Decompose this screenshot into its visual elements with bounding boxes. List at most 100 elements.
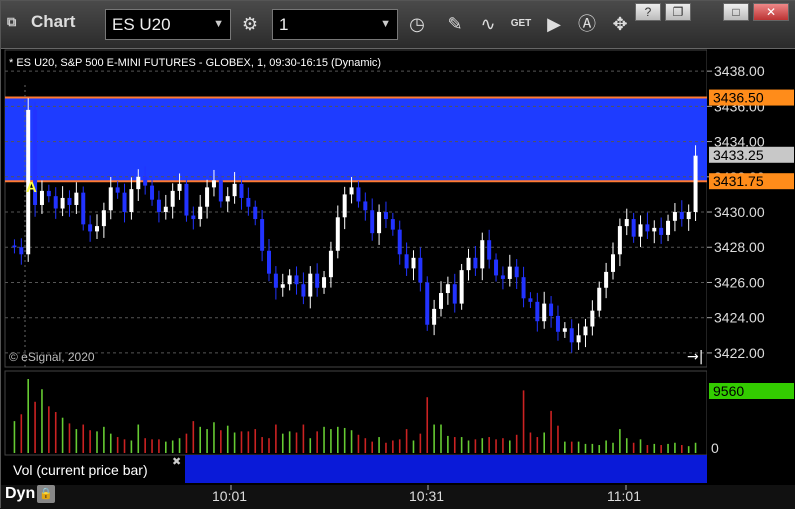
candle-body [672,212,677,221]
candle-body [542,303,547,322]
candle-body [108,187,113,211]
price-band [5,97,707,182]
candle-body [521,277,526,299]
lock-icon[interactable]: 🔒 [37,485,56,503]
candle-body [638,224,643,237]
candle-body [397,229,402,255]
candle-body [53,196,58,209]
marker-label: A [26,179,37,196]
candle-body [555,315,560,332]
candle-body [604,271,609,288]
y-tick-label: 3428.00 [714,239,765,255]
time-axis [1,485,795,509]
candle-body [617,226,622,255]
candle-body [129,189,134,213]
candle-body [686,212,691,220]
candle-body [315,273,320,288]
candle-body [452,284,457,304]
candle-body [377,212,382,234]
candle-body [122,192,127,213]
y-tick-label: 3422.00 [714,345,765,361]
candle-body [74,192,79,205]
candle-body [273,273,278,288]
candle-body [115,187,120,193]
candle-body [466,257,471,271]
candle-body [294,275,299,285]
candle-body [177,183,182,191]
volume-label-strip [185,455,707,483]
x-tick-label: 11:01 [607,488,641,504]
y-tick-label: 3426.00 [714,274,765,290]
candle-body [246,197,251,207]
candle-body [260,219,265,251]
candle-body [184,183,189,216]
candle-body [19,247,24,255]
candle-body [473,257,478,269]
candle-body [328,250,333,278]
candle-body [494,259,499,276]
scroll-end-icon[interactable]: →| [687,349,703,365]
candle-body [308,273,313,297]
last-price-tag: 3433.25 [713,147,764,163]
candle-body [356,187,361,202]
candle-body [404,254,409,269]
candle-body [81,192,86,225]
chart-window: ⧉ Chart ES U20 ▼ ⚙ 1 ▼ ◷ ✎ ∿ GET ▶ Ⓐ ✥ ?… [0,0,795,509]
copyright-text: © eSignal, 2020 [9,350,95,364]
candle-body [232,183,237,197]
candle-body [205,187,210,207]
last-volume-tag: 9560 [713,383,744,399]
candle-body [590,310,595,327]
candle-body [383,212,388,220]
candle-body [342,194,347,218]
candle-body [335,217,340,251]
candle-body [150,185,155,200]
candle-body [611,254,615,272]
candle-body [528,298,533,302]
candle-body [659,227,664,235]
candle-body [191,215,196,220]
candle-body [535,301,540,322]
candle-body [500,275,505,279]
candle-body [624,219,629,227]
volume-study-label: Vol (current price bar) [5,457,185,483]
candle-body [253,206,258,220]
price-chart[interactable]: 3438.003436.003434.003432.003430.003428.… [1,1,795,509]
candle-body [287,275,292,285]
candle-body [301,284,306,297]
volume-zero-label: 0 [711,440,719,456]
candle-body [693,155,698,213]
candle-body [39,190,44,205]
candle-body [411,257,416,269]
candle-body [95,226,99,232]
dynamic-toggle[interactable]: Dyn 🔒 [5,485,56,503]
y-tick-label: 3424.00 [714,310,765,326]
candle-body [143,176,148,186]
candle-body [445,284,450,294]
candle-body [46,190,51,197]
chart-info-text: * ES U20, S&P 500 E-MINI FUTURES - GLOBE… [9,57,382,69]
candle-body [322,277,327,288]
candle-body [418,257,423,283]
candle-body [280,284,285,288]
candle-body [163,206,168,213]
candle-body [507,266,512,279]
candle-body [666,220,671,235]
x-tick-label: 10:01 [212,488,247,504]
candle-body [645,224,650,232]
candle-body [597,287,602,311]
candle-body [225,196,230,202]
y-tick-label: 3430.00 [714,204,765,220]
candle-body [549,303,554,316]
candle-body [514,266,519,278]
candle-body [583,326,588,336]
close-icon[interactable]: ✖ [172,455,181,468]
candle-body [170,190,175,207]
candle-body [88,224,93,232]
candle-body [425,282,430,325]
x-tick-label: 10:31 [409,488,444,504]
candle-body [239,183,244,198]
candle-body [432,308,437,325]
band-lower-tag: 3431.75 [713,173,764,189]
candle-body [487,240,492,260]
